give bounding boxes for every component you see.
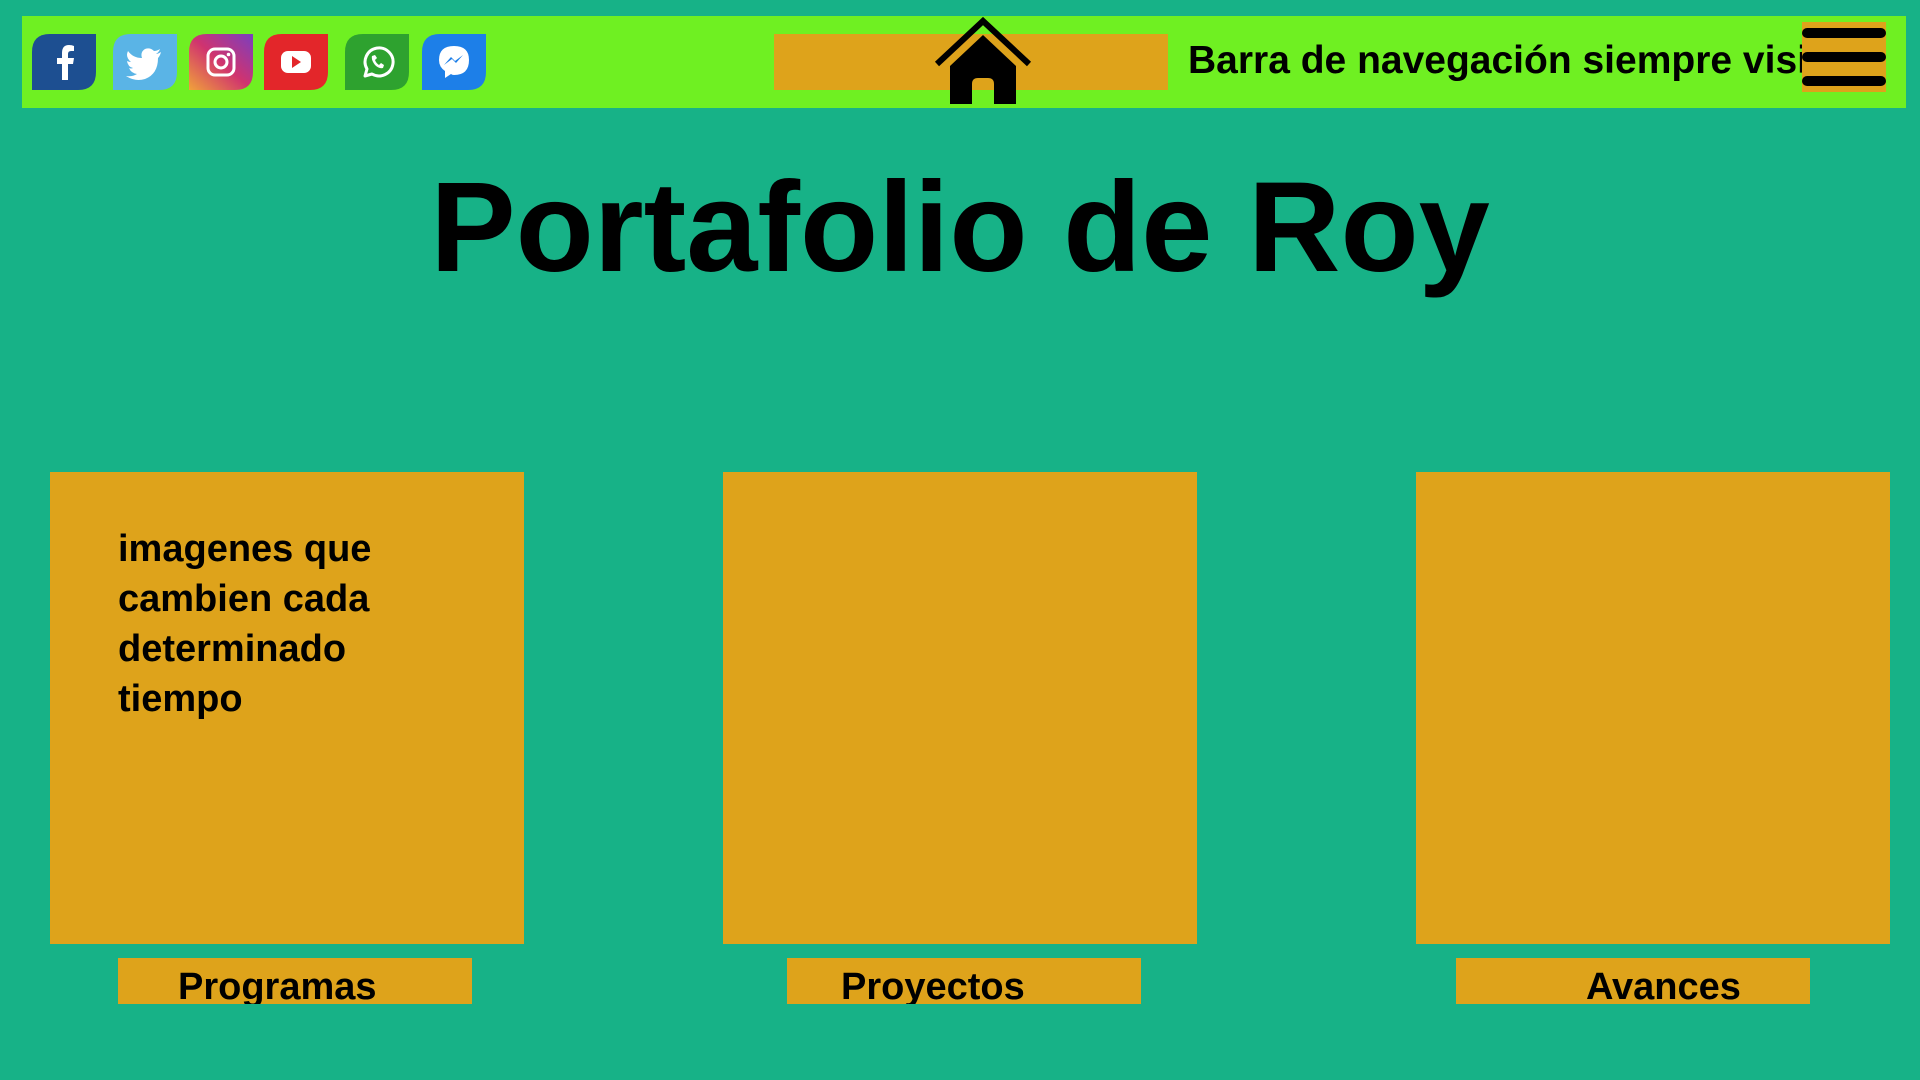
hamburger-menu-icon[interactable] [1802,22,1886,92]
card-programas-image[interactable]: imagenes que cambien cada determinado ti… [50,472,524,944]
youtube-icon[interactable] [264,34,328,90]
instagram-icon[interactable] [189,34,253,90]
card-avances-image[interactable] [1416,472,1890,944]
proyectos-label: Proyectos [841,966,1025,1004]
avances-label: Avances [1586,966,1741,1004]
programas-button[interactable]: Programas [118,958,472,1004]
messenger-icon[interactable] [422,34,486,90]
navigation-bar: Barra de navegación siempre visible [22,16,1906,108]
programas-label: Programas [178,966,377,1004]
whatsapp-icon[interactable] [345,34,409,90]
navigation-note: Barra de navegación siempre visible [1188,39,1865,82]
proyectos-button[interactable]: Proyectos [787,958,1141,1004]
avances-button[interactable]: Avances [1456,958,1810,1004]
facebook-icon[interactable] [32,34,96,90]
page-title: Portafolio de Roy [430,156,1490,299]
home-icon[interactable] [932,16,1034,106]
twitter-icon[interactable] [113,34,177,90]
card-placeholder-text: imagenes que cambien cada determinado ti… [118,528,372,720]
card-proyectos-image[interactable] [723,472,1197,944]
